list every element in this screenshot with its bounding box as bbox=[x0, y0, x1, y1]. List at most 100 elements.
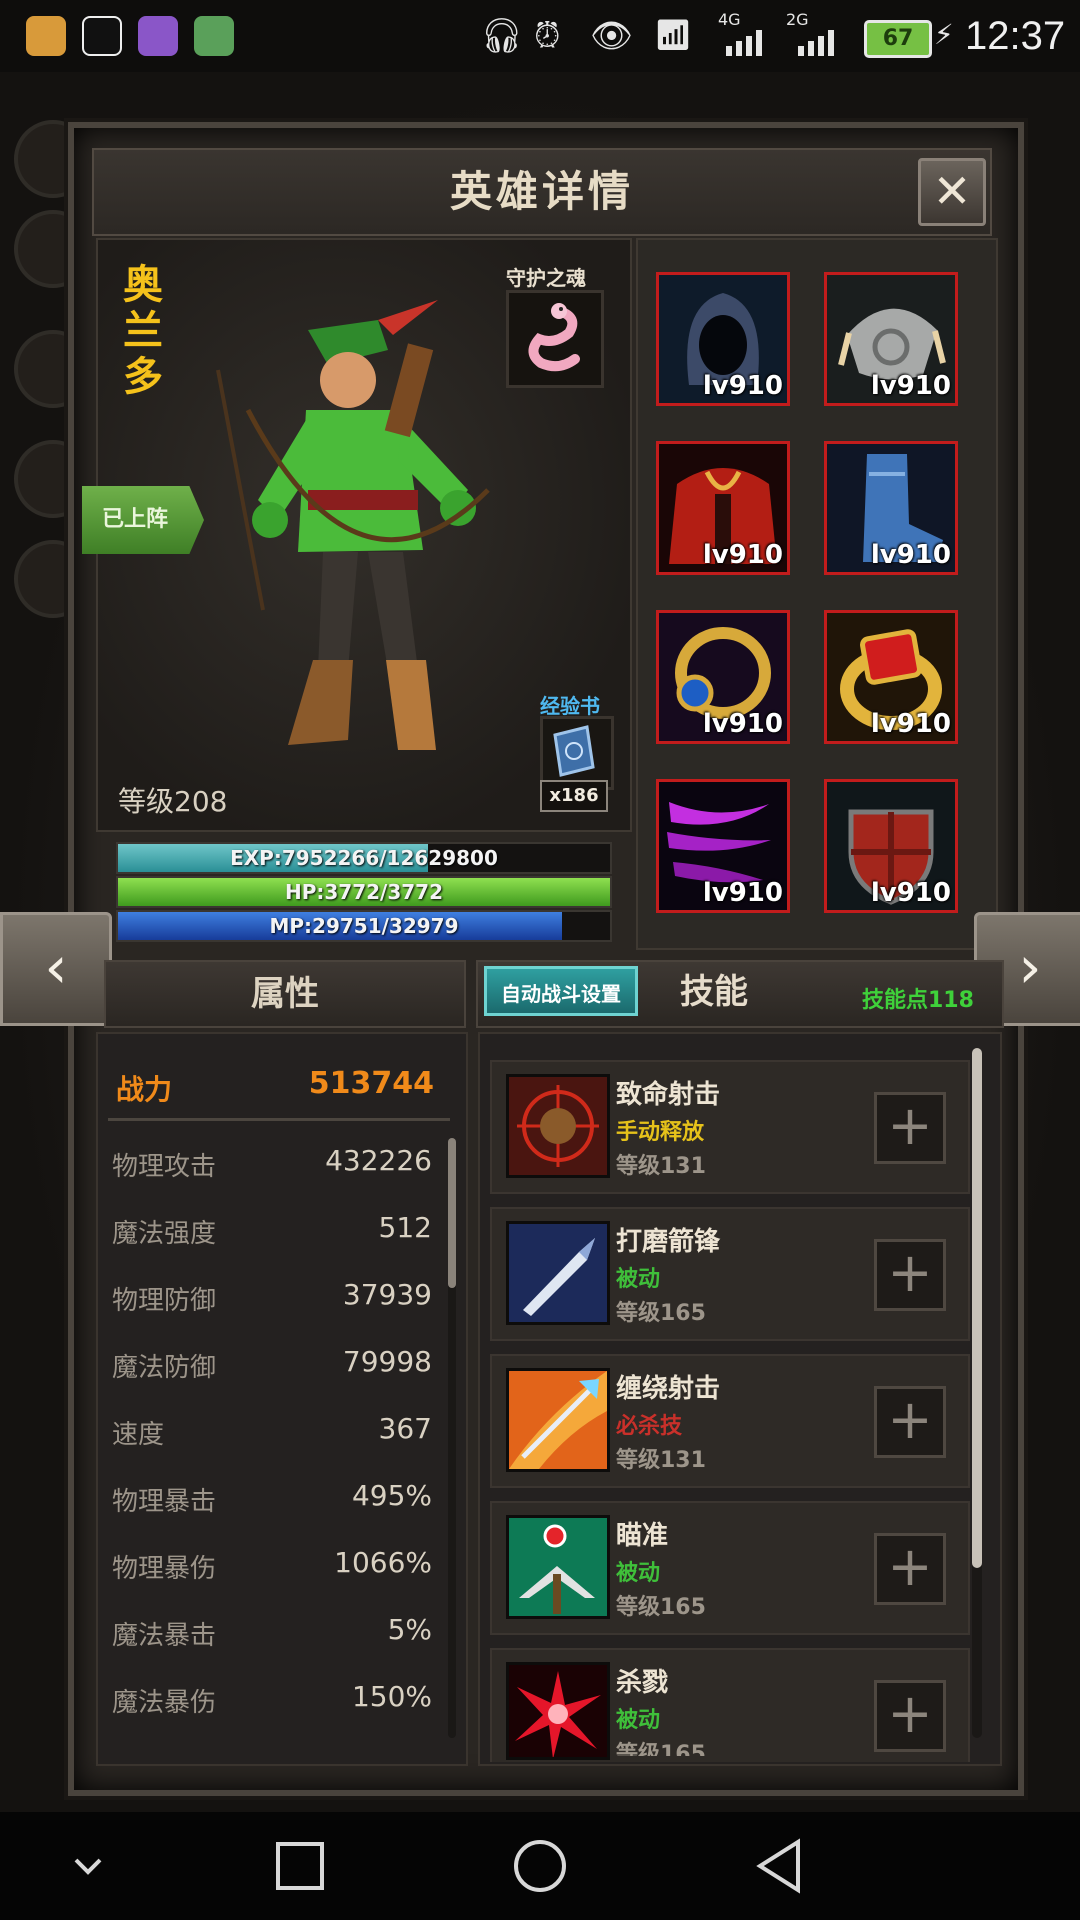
skill-upgrade-button[interactable]: + bbox=[874, 1239, 946, 1311]
app-notification-icon bbox=[26, 16, 66, 56]
equipment-slot[interactable]: lv910 bbox=[656, 272, 790, 406]
equipment-slot[interactable]: lv910 bbox=[824, 272, 958, 406]
attribute-value: 37939 bbox=[342, 1278, 432, 1311]
network-type-2: 2G bbox=[786, 10, 809, 29]
title-bar: 英雄详情 bbox=[92, 148, 992, 236]
previous-hero-button[interactable]: ‹ bbox=[0, 912, 112, 1026]
signal-icon bbox=[724, 28, 774, 56]
recent-apps-button[interactable] bbox=[270, 1836, 330, 1896]
battery-indicator: 67 bbox=[864, 20, 932, 58]
equipment-level: lv910 bbox=[870, 371, 951, 401]
exp-bar-text: EXP:7952266/12629800 bbox=[230, 846, 498, 870]
equipment-level: lv910 bbox=[702, 540, 783, 570]
deployed-tag: 已上阵 bbox=[82, 486, 204, 554]
skill-level: 等级131 bbox=[616, 1448, 706, 1473]
book-icon bbox=[553, 725, 595, 777]
attribute-label: 物理暴伤 bbox=[112, 1554, 217, 1584]
skill-upgrade-button[interactable]: + bbox=[874, 1386, 946, 1458]
attribute-label: 速度 bbox=[112, 1420, 165, 1450]
skill-level: 等级131 bbox=[616, 1154, 706, 1179]
attributes-scrollbar-thumb[interactable] bbox=[448, 1138, 456, 1288]
attribute-label: 魔法暴伤 bbox=[112, 1688, 217, 1718]
panel-title: 英雄详情 bbox=[449, 167, 634, 216]
hp-bar-text: HP:3772/3772 bbox=[284, 880, 444, 904]
attribute-value: 495% bbox=[351, 1479, 432, 1512]
skill-type: 被动 bbox=[616, 1267, 661, 1292]
power-label: 战力 bbox=[116, 1073, 173, 1106]
skill-level: 等级165 bbox=[616, 1301, 706, 1326]
close-button[interactable]: ✕ bbox=[918, 158, 986, 226]
skill-upgrade-button[interactable]: + bbox=[874, 1092, 946, 1164]
skill-name: 致命射击 bbox=[616, 1080, 721, 1110]
skills-scrollbar-thumb[interactable] bbox=[972, 1048, 982, 1568]
guardian-soul-label: 守护之魂 bbox=[506, 266, 586, 290]
chevron-down-icon[interactable] bbox=[58, 1836, 118, 1896]
attribute-label: 魔法暴击 bbox=[112, 1621, 217, 1651]
skill-level-clip: 等级165 bbox=[616, 1736, 756, 1756]
burst-icon bbox=[506, 1662, 610, 1760]
qq-icon bbox=[82, 16, 122, 56]
skill-upgrade-button[interactable]: + bbox=[874, 1533, 946, 1605]
charging-icon: ⚡︎ bbox=[934, 18, 954, 51]
attribute-label: 物理攻击 bbox=[112, 1152, 217, 1182]
equipment-level: lv910 bbox=[702, 878, 783, 908]
equipment-slot[interactable]: lv910 bbox=[824, 441, 958, 575]
skill-type: 手动释放 bbox=[616, 1120, 705, 1145]
attribute-value: 150% bbox=[351, 1680, 432, 1713]
exp-book-label: 经验书 bbox=[540, 694, 600, 718]
headphones-icon: 🎧︎ bbox=[480, 16, 524, 56]
alarm-icon: ⏰︎ bbox=[534, 16, 561, 56]
attributes-list bbox=[96, 1032, 468, 1766]
serpent-icon bbox=[528, 303, 580, 372]
skill-name: 杀戮 bbox=[616, 1668, 669, 1698]
attribute-value: 5% bbox=[387, 1613, 432, 1646]
hero-name: 奥兰多 bbox=[123, 262, 163, 400]
skill-type: 被动 bbox=[616, 1561, 661, 1586]
fire-arrow-icon bbox=[506, 1368, 610, 1472]
equipment-slot[interactable]: lv910 bbox=[824, 610, 958, 744]
equipment-slot[interactable]: lv910 bbox=[656, 441, 790, 575]
equipment-slot[interactable]: lv910 bbox=[824, 779, 958, 913]
auto-battle-settings-button[interactable]: 自动战斗设置 bbox=[484, 966, 638, 1016]
attribute-label: 物理防御 bbox=[112, 1286, 217, 1316]
attribute-value: 432226 bbox=[325, 1144, 432, 1177]
attributes-tab[interactable]: 属性 bbox=[106, 962, 464, 1026]
power-value: 513744 bbox=[308, 1066, 434, 1101]
wifi-icon: 📶︎ bbox=[654, 18, 693, 53]
attribute-value: 367 bbox=[378, 1412, 432, 1445]
network-type-1: 4G bbox=[718, 10, 741, 29]
attribute-value: 79998 bbox=[342, 1345, 432, 1378]
equipment-level: lv910 bbox=[702, 709, 783, 739]
exp-book-button[interactable] bbox=[540, 716, 614, 790]
attribute-label: 魔法防御 bbox=[112, 1353, 217, 1383]
equipment-level: lv910 bbox=[702, 371, 783, 401]
attribute-value: 1066% bbox=[334, 1546, 432, 1579]
skill-name: 缠绕射击 bbox=[616, 1374, 721, 1404]
attribute-label: 物理暴击 bbox=[112, 1487, 217, 1517]
attribute-value: 512 bbox=[378, 1211, 432, 1244]
equipment-slot[interactable]: lv910 bbox=[656, 610, 790, 744]
skill-level: 等级165 bbox=[616, 1595, 706, 1620]
skills-tab[interactable]: 技能 bbox=[680, 966, 748, 1018]
message-icon bbox=[194, 16, 234, 56]
signal-icon-2 bbox=[796, 28, 846, 56]
arrowhead-icon bbox=[506, 1221, 610, 1325]
attributes-header: 属性 bbox=[104, 960, 466, 1028]
home-button[interactable] bbox=[510, 1836, 570, 1896]
attribute-label: 魔法强度 bbox=[112, 1219, 217, 1249]
aim-icon bbox=[506, 1515, 610, 1619]
skill-upgrade-button[interactable]: + bbox=[874, 1680, 946, 1752]
mp-bar-text: MP:29751/32979 bbox=[269, 914, 459, 938]
gallery-icon bbox=[138, 16, 178, 56]
divider bbox=[108, 1118, 450, 1121]
guardian-soul-slot[interactable] bbox=[506, 290, 604, 388]
skill-type: 被动 bbox=[616, 1708, 661, 1733]
eye-icon: 👁︎ bbox=[590, 16, 634, 56]
back-button[interactable] bbox=[750, 1836, 810, 1896]
skill-type: 必杀技 bbox=[616, 1414, 683, 1439]
target-icon bbox=[506, 1074, 610, 1178]
equipment-level: lv910 bbox=[870, 878, 951, 908]
equipment-slot[interactable]: lv910 bbox=[656, 779, 790, 913]
clock: 12:37 bbox=[965, 14, 1066, 58]
skill-level: 等级165 bbox=[616, 1742, 706, 1756]
